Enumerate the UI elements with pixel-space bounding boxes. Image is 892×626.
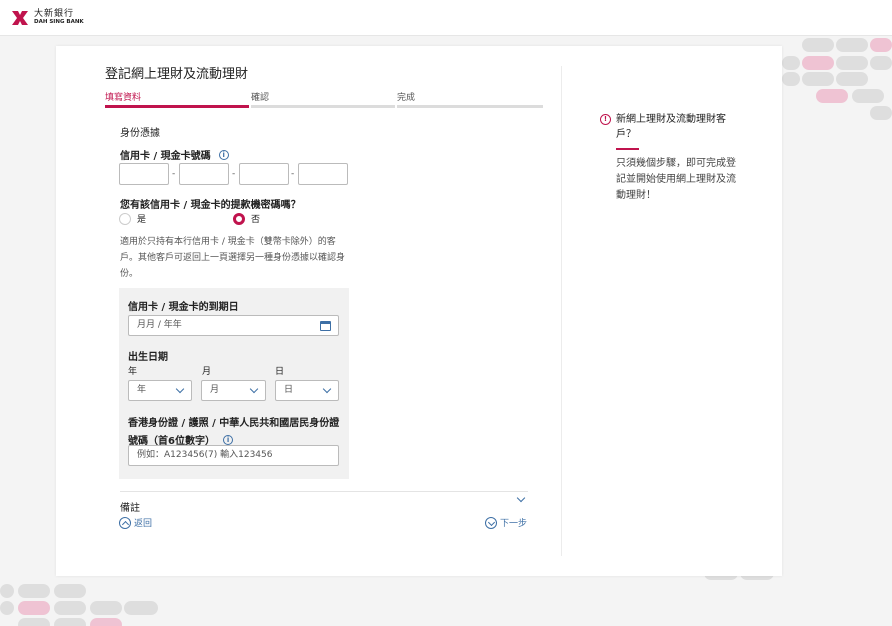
bank-logo[interactable]: 大新銀行 DAH SING BANK bbox=[10, 9, 84, 27]
bank-name-en: DAH SING BANK bbox=[34, 19, 84, 26]
card-separator: - bbox=[172, 169, 176, 179]
alert-icon: ! bbox=[600, 114, 611, 125]
step-confirm: 確認 bbox=[251, 93, 270, 103]
registration-card: 登記網上理財及流動理財 填寫資料 確認 完成 身份憑據 信用卡 / 現金卡號碼 … bbox=[56, 46, 782, 576]
step-fill-info: 填寫資料 bbox=[105, 93, 142, 103]
dob-year-label: 年 bbox=[128, 367, 138, 377]
radio-yes-label: 是 bbox=[137, 215, 147, 225]
step-bar-complete bbox=[397, 105, 543, 108]
eligibility-note: 適用於只持有本行信用卡 / 現金卡（雙幣卡除外）的客戶。其他客戶可返回上一頁選擇… bbox=[120, 237, 346, 279]
sidebar-body: 只須幾個步驟，即可完成登記並開始使用網上理財及流動理財！ bbox=[616, 158, 736, 201]
dob-day-value: 日 bbox=[284, 385, 294, 395]
card-separator: - bbox=[232, 169, 236, 179]
sidebar-info: ! 新網上理財及流動理財客戶？ 只須幾個步驟，即可完成登記並開始使用網上理財及流… bbox=[600, 112, 740, 204]
next-label: 下一步 bbox=[500, 519, 528, 529]
card-number-field-2[interactable] bbox=[179, 163, 229, 185]
remarks-label: 備註 bbox=[120, 503, 140, 514]
chevron-down-icon bbox=[322, 384, 332, 394]
top-bar: 大新銀行 DAH SING BANK bbox=[0, 0, 892, 36]
dob-year-value: 年 bbox=[137, 385, 147, 395]
back-label: 返回 bbox=[134, 519, 153, 529]
dob-month-value: 月 bbox=[210, 385, 220, 395]
step-bar-confirm bbox=[251, 105, 395, 108]
step-bar-fill-info bbox=[105, 105, 249, 108]
dob-day-select[interactable]: 日 bbox=[275, 380, 339, 401]
expiry-date-input[interactable]: 月月 / 年年 bbox=[128, 315, 339, 336]
step-complete: 完成 bbox=[397, 93, 416, 103]
radio-button-selected[interactable] bbox=[233, 212, 245, 225]
column-divider bbox=[561, 66, 562, 556]
radio-no-label: 否 bbox=[251, 215, 261, 225]
dob-day-label: 日 bbox=[275, 367, 285, 377]
card-separator: - bbox=[291, 169, 295, 179]
identity-section-title: 身份憑據 bbox=[120, 128, 160, 139]
calendar-icon[interactable] bbox=[320, 321, 331, 331]
id-number-placeholder: 例如：A123456(7) 輸入123456 bbox=[137, 450, 273, 460]
info-icon[interactable]: i bbox=[218, 149, 229, 160]
page-title: 登記網上理財及流動理財 bbox=[105, 67, 249, 82]
radio-no[interactable]: 否 bbox=[233, 212, 260, 225]
expiry-placeholder: 月月 / 年年 bbox=[137, 320, 182, 330]
dob-month-label: 月 bbox=[202, 367, 212, 377]
card-number-field-4[interactable] bbox=[298, 163, 348, 185]
chevron-down-icon bbox=[249, 384, 259, 394]
chevron-up-icon bbox=[119, 516, 131, 529]
chevron-down-icon bbox=[175, 384, 185, 394]
pin-question: 您有該信用卡 / 現金卡的提款機密碼嗎？ bbox=[120, 200, 301, 211]
card-number-field-3[interactable] bbox=[239, 163, 289, 185]
sidebar-accent-line bbox=[616, 148, 639, 150]
next-button[interactable]: 下一步 bbox=[485, 516, 527, 529]
verification-panel: 信用卡 / 現金卡的到期日 月月 / 年年 出生日期 年 月 日 年 月 日 香… bbox=[119, 288, 349, 479]
expiry-label: 信用卡 / 現金卡的到期日 bbox=[128, 302, 239, 313]
back-button[interactable]: 返回 bbox=[119, 516, 152, 529]
dob-year-select[interactable]: 年 bbox=[128, 380, 192, 401]
remarks-accordion[interactable]: 備註 bbox=[120, 491, 528, 514]
bank-name-cn: 大新銀行 bbox=[34, 9, 75, 20]
id-number-label: 香港身份證 / 護照 / 中華人民共和國居民身份證號碼（首6位數字） bbox=[128, 418, 340, 447]
chevron-down-icon bbox=[516, 493, 526, 503]
radio-yes[interactable]: 是 bbox=[119, 212, 146, 225]
bank-logo-icon bbox=[12, 11, 28, 25]
dob-label: 出生日期 bbox=[128, 352, 168, 363]
id-number-input[interactable]: 例如：A123456(7) 輸入123456 bbox=[128, 445, 339, 466]
card-number-field-1[interactable] bbox=[119, 163, 169, 185]
chevron-down-icon bbox=[485, 516, 497, 529]
radio-button[interactable] bbox=[119, 212, 131, 225]
dob-month-select[interactable]: 月 bbox=[201, 380, 266, 401]
card-number-label: 信用卡 / 現金卡號碼 bbox=[120, 151, 211, 162]
info-icon[interactable]: i bbox=[223, 434, 234, 445]
sidebar-heading: 新網上理財及流動理財客戶？ bbox=[616, 114, 726, 140]
